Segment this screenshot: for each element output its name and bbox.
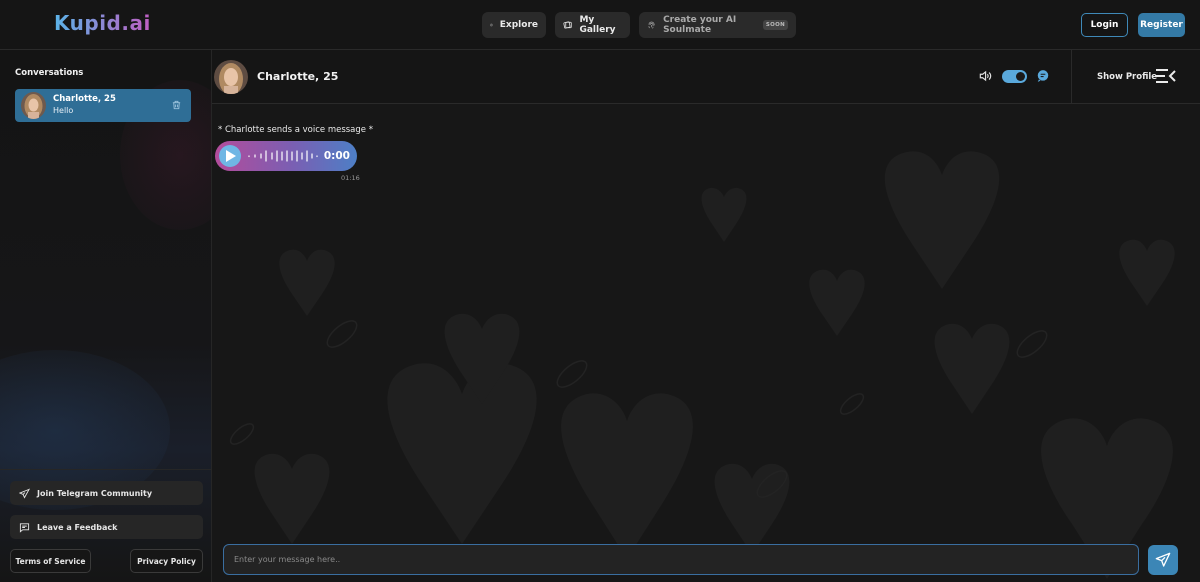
soon-badge: SOON: [762, 20, 788, 30]
logo[interactable]: Kupid.ai: [54, 11, 151, 35]
conversation-name: Charlotte, 25: [53, 94, 116, 104]
join-telegram-button[interactable]: Join Telegram Community: [10, 481, 203, 505]
header-divider: [1071, 50, 1072, 104]
send-button[interactable]: [1148, 545, 1178, 575]
avatar[interactable]: [214, 60, 248, 94]
create-soulmate-button[interactable]: Create your AI Soulmate SOON: [639, 12, 796, 38]
play-icon: [226, 150, 236, 162]
message-composer: [223, 544, 1139, 575]
avatar: [21, 92, 46, 119]
conversations-title: Conversations: [15, 68, 84, 78]
top-bar: Kupid.ai Explore My Gallery Create your …: [0, 0, 1200, 50]
play-button[interactable]: [219, 145, 241, 167]
register-button[interactable]: Register: [1138, 13, 1185, 37]
gallery-label: My Gallery: [579, 15, 616, 35]
login-button[interactable]: Login: [1081, 13, 1128, 37]
conversation-last-message: Hello: [53, 106, 74, 115]
show-profile-button[interactable]: Show Profile: [1097, 72, 1157, 82]
toggle-knob: [1016, 72, 1025, 81]
explore-button[interactable]: Explore: [482, 12, 546, 38]
chat-title: Charlotte, 25: [257, 70, 339, 83]
app-root: Kupid.ai Explore My Gallery Create your …: [0, 0, 1200, 582]
create-label: Create your AI Soulmate: [663, 15, 737, 35]
speaker-icon[interactable]: [978, 69, 992, 83]
gallery-button[interactable]: My Gallery: [555, 12, 630, 38]
send-icon: [1155, 552, 1171, 567]
hearts-background: [229, 151, 1175, 579]
terms-of-service-button[interactable]: Terms of Service: [10, 549, 91, 573]
conversation-item[interactable]: Charlotte, 25 Hello: [15, 89, 191, 122]
leave-feedback-button[interactable]: Leave a Feedback: [10, 515, 203, 539]
telegram-label: Join Telegram Community: [37, 488, 153, 498]
feedback-icon: [19, 522, 30, 533]
gallery-icon: [563, 21, 572, 29]
message-input[interactable]: [224, 545, 1138, 574]
chat-panel: Charlotte, 25 Show Profile * Charlotte s…: [212, 50, 1200, 582]
chat-bubble-icon[interactable]: [1036, 69, 1050, 83]
feedback-label: Leave a Feedback: [37, 522, 118, 532]
waveform: [248, 150, 318, 162]
menu-collapse-icon[interactable]: [1155, 68, 1176, 84]
privacy-policy-button[interactable]: Privacy Policy: [130, 549, 203, 573]
voice-message[interactable]: 0:00: [215, 141, 357, 171]
message-timestamp: 01:16: [341, 174, 360, 182]
system-message: * Charlotte sends a voice message *: [218, 125, 373, 135]
voice-duration: 0:00: [323, 150, 350, 162]
trash-icon[interactable]: [171, 99, 182, 111]
telegram-icon: [19, 488, 30, 499]
explore-label: Explore: [499, 20, 538, 30]
conversations-sidebar: Conversations Charlotte, 25 Hello Join T…: [0, 50, 212, 582]
voice-toggle[interactable]: [1002, 70, 1027, 83]
chat-header: Charlotte, 25 Show Profile: [212, 50, 1200, 104]
sidebar-divider: [0, 469, 211, 470]
fingerprint-icon: [648, 21, 655, 29]
compass-icon: [490, 23, 493, 27]
